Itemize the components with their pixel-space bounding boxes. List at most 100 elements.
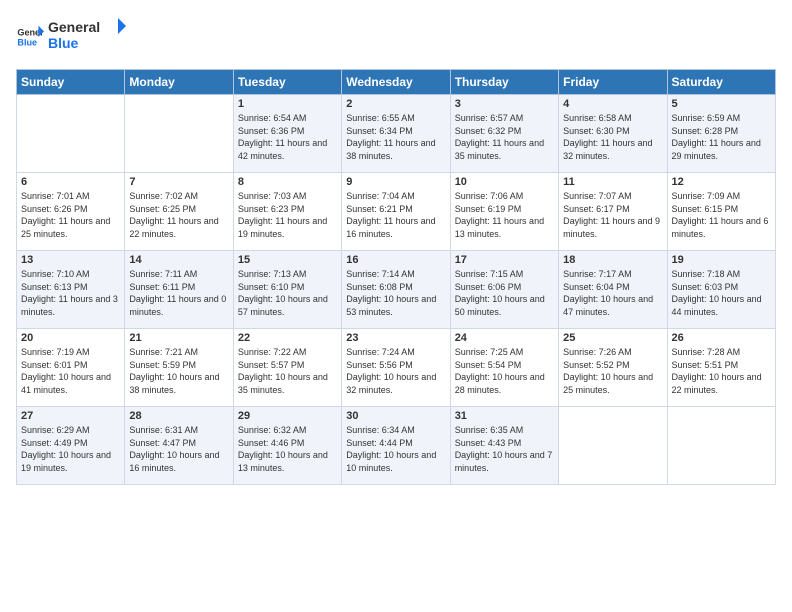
calendar-cell: 5 Sunrise: 6:59 AM Sunset: 6:28 PM Daylig… <box>667 95 775 173</box>
day-info: Sunrise: 7:02 AM Sunset: 6:25 PM Dayligh… <box>129 190 228 240</box>
day-number: 13 <box>21 254 120 266</box>
calendar-cell: 21Sunrise: 7:21 AM Sunset: 5:59 PM Dayli… <box>125 329 233 407</box>
calendar-cell <box>559 407 667 485</box>
day-info: Sunrise: 7:21 AM Sunset: 5:59 PM Dayligh… <box>129 346 228 396</box>
day-number: 24 <box>455 332 554 344</box>
calendar-cell: 28 Sunrise: 6:31 AM Sunset: 4:47 PM Dayli… <box>125 407 233 485</box>
calendar-cell: 1Sunrise: 6:54 AM Sunset: 6:36 PM Daylig… <box>233 95 341 173</box>
day-info: Sunrise: 6:35 AM Sunset: 4:43 PM Dayligh… <box>455 424 554 474</box>
calendar-cell: 24 Sunrise: 7:25 AM Sunset: 5:54 PM Dayli… <box>450 329 558 407</box>
calendar-cell: 2 Sunrise: 6:55 AM Sunset: 6:34 PM Daylig… <box>342 95 450 173</box>
weekday-header-wednesday: Wednesday <box>342 70 450 95</box>
day-info: Sunrise: 6:59 AM Sunset: 6:28 PM Dayligh… <box>672 112 771 162</box>
day-info: Sunrise: 7:10 AM Sunset: 6:13 PM Dayligh… <box>21 268 120 318</box>
day-info: Sunrise: 7:26 AM Sunset: 5:52 PM Dayligh… <box>563 346 662 396</box>
day-number: 29 <box>238 410 337 422</box>
day-info: Sunrise: 6:34 AM Sunset: 4:44 PM Dayligh… <box>346 424 445 474</box>
calendar-cell: 18 Sunrise: 7:17 AM Sunset: 6:04 PM Dayli… <box>559 251 667 329</box>
svg-text:General: General <box>48 19 100 35</box>
calendar-cell <box>17 95 125 173</box>
calendar-cell: 15Sunrise: 7:13 AM Sunset: 6:10 PM Dayli… <box>233 251 341 329</box>
calendar-cell <box>125 95 233 173</box>
day-info: Sunrise: 7:09 AM Sunset: 6:15 PM Dayligh… <box>672 190 771 240</box>
calendar-cell: 30 Sunrise: 6:34 AM Sunset: 4:44 PM Dayli… <box>342 407 450 485</box>
calendar-cell: 7 Sunrise: 7:02 AM Sunset: 6:25 PM Daylig… <box>125 173 233 251</box>
day-info: Sunrise: 6:31 AM Sunset: 4:47 PM Dayligh… <box>129 424 228 474</box>
logo-svg: General Blue <box>48 16 128 52</box>
day-number: 26 <box>672 332 771 344</box>
day-info: Sunrise: 7:03 AM Sunset: 6:23 PM Dayligh… <box>238 190 337 240</box>
day-info: Sunrise: 7:25 AM Sunset: 5:54 PM Dayligh… <box>455 346 554 396</box>
calendar-cell: 20Sunrise: 7:19 AM Sunset: 6:01 PM Dayli… <box>17 329 125 407</box>
day-number: 28 <box>129 410 228 422</box>
day-number: 15 <box>238 254 337 266</box>
weekday-header-friday: Friday <box>559 70 667 95</box>
day-info: Sunrise: 7:01 AM Sunset: 6:26 PM Dayligh… <box>21 190 120 240</box>
day-info: Sunrise: 6:55 AM Sunset: 6:34 PM Dayligh… <box>346 112 445 162</box>
day-number: 12 <box>672 176 771 188</box>
day-info: Sunrise: 7:28 AM Sunset: 5:51 PM Dayligh… <box>672 346 771 396</box>
day-number: 14 <box>129 254 228 266</box>
day-number: 25 <box>563 332 662 344</box>
day-number: 10 <box>455 176 554 188</box>
calendar-cell: 13 Sunrise: 7:10 AM Sunset: 6:13 PM Dayli… <box>17 251 125 329</box>
day-number: 8 <box>238 176 337 188</box>
calendar-cell: 12 Sunrise: 7:09 AM Sunset: 6:15 PM Dayli… <box>667 173 775 251</box>
svg-text:Blue: Blue <box>17 37 37 47</box>
day-number: 9 <box>346 176 445 188</box>
calendar-cell: 11 Sunrise: 7:07 AM Sunset: 6:17 PM Dayli… <box>559 173 667 251</box>
calendar-cell: 25 Sunrise: 7:26 AM Sunset: 5:52 PM Dayli… <box>559 329 667 407</box>
day-info: Sunrise: 7:04 AM Sunset: 6:21 PM Dayligh… <box>346 190 445 240</box>
day-info: Sunrise: 7:07 AM Sunset: 6:17 PM Dayligh… <box>563 190 662 240</box>
day-info: Sunrise: 7:06 AM Sunset: 6:19 PM Dayligh… <box>455 190 554 240</box>
day-info: Sunrise: 6:58 AM Sunset: 6:30 PM Dayligh… <box>563 112 662 162</box>
day-info: Sunrise: 7:14 AM Sunset: 6:08 PM Dayligh… <box>346 268 445 318</box>
calendar-cell: 8 Sunrise: 7:03 AM Sunset: 6:23 PM Daylig… <box>233 173 341 251</box>
day-number: 30 <box>346 410 445 422</box>
week-row-5: 27Sunrise: 6:29 AM Sunset: 4:49 PM Dayli… <box>17 407 776 485</box>
day-number: 6 <box>21 176 120 188</box>
week-row-1: 1Sunrise: 6:54 AM Sunset: 6:36 PM Daylig… <box>17 95 776 173</box>
week-row-2: 6 Sunrise: 7:01 AM Sunset: 6:26 PM Daylig… <box>17 173 776 251</box>
calendar-cell: 29 Sunrise: 6:32 AM Sunset: 4:46 PM Dayli… <box>233 407 341 485</box>
day-number: 11 <box>563 176 662 188</box>
day-info: Sunrise: 7:11 AM Sunset: 6:11 PM Dayligh… <box>129 268 228 318</box>
day-number: 31 <box>455 410 554 422</box>
calendar-cell: 16 Sunrise: 7:14 AM Sunset: 6:08 PM Dayli… <box>342 251 450 329</box>
week-row-4: 20Sunrise: 7:19 AM Sunset: 6:01 PM Dayli… <box>17 329 776 407</box>
day-info: Sunrise: 6:32 AM Sunset: 4:46 PM Dayligh… <box>238 424 337 474</box>
weekday-header-thursday: Thursday <box>450 70 558 95</box>
day-number: 16 <box>346 254 445 266</box>
day-number: 20 <box>21 332 120 344</box>
calendar-cell: 26 Sunrise: 7:28 AM Sunset: 5:51 PM Dayli… <box>667 329 775 407</box>
day-number: 23 <box>346 332 445 344</box>
weekday-header-sunday: Sunday <box>17 70 125 95</box>
calendar-header-row: SundayMondayTuesdayWednesdayThursdayFrid… <box>17 70 776 95</box>
day-number: 3 <box>455 98 554 110</box>
svg-text:Blue: Blue <box>48 35 79 51</box>
header: General Blue General Blue <box>16 16 776 57</box>
calendar-cell: 19Sunrise: 7:18 AM Sunset: 6:03 PM Dayli… <box>667 251 775 329</box>
day-number: 2 <box>346 98 445 110</box>
calendar-cell: 14 Sunrise: 7:11 AM Sunset: 6:11 PM Dayli… <box>125 251 233 329</box>
day-number: 17 <box>455 254 554 266</box>
day-number: 7 <box>129 176 228 188</box>
day-info: Sunrise: 6:29 AM Sunset: 4:49 PM Dayligh… <box>21 424 120 474</box>
calendar-cell: 31 Sunrise: 6:35 AM Sunset: 4:43 PM Dayli… <box>450 407 558 485</box>
day-info: Sunrise: 6:57 AM Sunset: 6:32 PM Dayligh… <box>455 112 554 162</box>
calendar-cell <box>667 407 775 485</box>
day-info: Sunrise: 7:22 AM Sunset: 5:57 PM Dayligh… <box>238 346 337 396</box>
day-number: 18 <box>563 254 662 266</box>
calendar-table: SundayMondayTuesdayWednesdayThursdayFrid… <box>16 69 776 485</box>
day-number: 1 <box>238 98 337 110</box>
day-info: Sunrise: 7:15 AM Sunset: 6:06 PM Dayligh… <box>455 268 554 318</box>
page-container: General Blue General Blue SundayMondayTu… <box>0 0 792 493</box>
day-info: Sunrise: 7:17 AM Sunset: 6:04 PM Dayligh… <box>563 268 662 318</box>
logo-icon: General Blue <box>16 23 44 51</box>
day-number: 19 <box>672 254 771 266</box>
calendar-cell: 3 Sunrise: 6:57 AM Sunset: 6:32 PM Daylig… <box>450 95 558 173</box>
day-info: Sunrise: 7:24 AM Sunset: 5:56 PM Dayligh… <box>346 346 445 396</box>
weekday-header-tuesday: Tuesday <box>233 70 341 95</box>
day-number: 5 <box>672 98 771 110</box>
calendar-cell: 4Sunrise: 6:58 AM Sunset: 6:30 PM Daylig… <box>559 95 667 173</box>
